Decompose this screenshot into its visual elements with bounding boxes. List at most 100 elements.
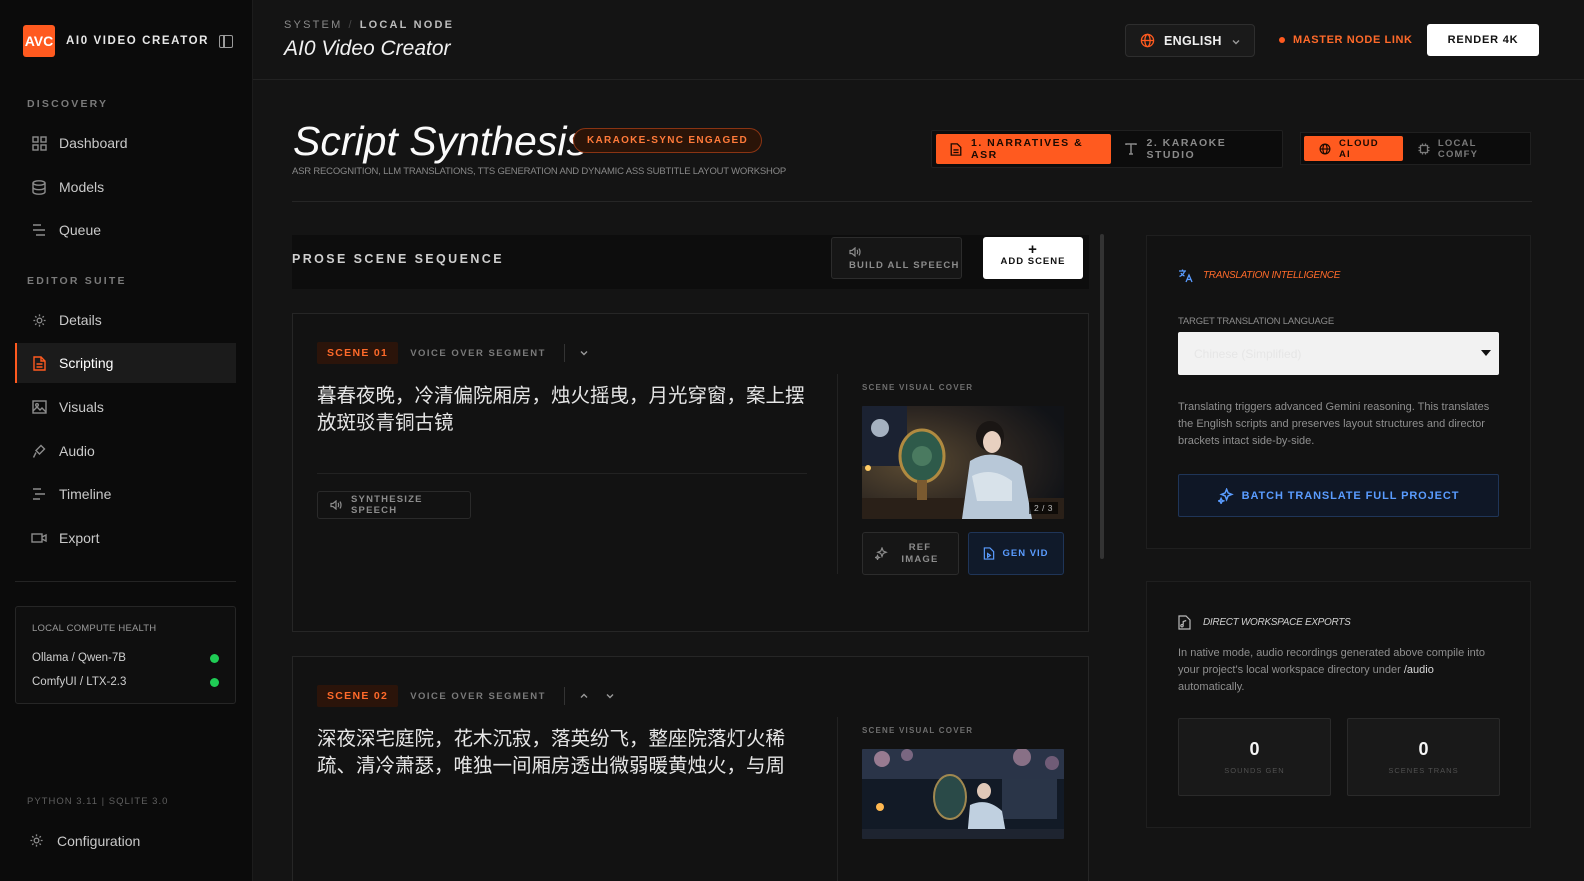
translate-icon <box>1178 268 1193 283</box>
master-node-label: MASTER NODE LINK <box>1293 34 1413 46</box>
voice-over-label: VOICE OVER SEGMENT <box>410 690 546 702</box>
scene-cover-image[interactable] <box>862 749 1064 839</box>
scene-script-text[interactable]: 暮春夜晚，冷清偏院厢房，烛火摇曳，月光穿窗，案上摆放斑驳青铜古镜 <box>317 382 807 436</box>
add-scene-label: ADD SCENE <box>1000 256 1066 267</box>
scene-sequence-toolbar: PROSE SCENE SEQUENCE BUILD ALL SPEECH + … <box>292 235 1089 289</box>
sidebar-item-label: Details <box>59 312 102 328</box>
sidebar-item-label: Queue <box>59 222 102 238</box>
tab-local-comfy[interactable]: LOCAL COMFY <box>1403 136 1527 161</box>
exports-panel: DIRECT WORKSPACE EXPORTS In native mode,… <box>1146 581 1531 828</box>
breadcrumb: SYSTEM / LOCAL NODE <box>284 19 454 31</box>
sidebar-toggle-icon[interactable] <box>219 34 234 48</box>
image-icon <box>31 399 47 415</box>
tab-label: LOCAL COMFY <box>1437 137 1479 160</box>
batch-translate-button[interactable]: BATCH TRANSLATE FULL PROJECT <box>1178 474 1499 517</box>
sidebar-item-export[interactable]: Export <box>15 518 236 558</box>
system-version: PYTHON 3.11 | SQLITE 3.0 <box>27 796 169 807</box>
chevron-down-icon <box>1231 36 1241 46</box>
status-online-icon <box>210 653 219 663</box>
sidebar-item-label: Visuals <box>59 399 104 415</box>
divider <box>317 473 807 474</box>
sidebar-item-scripting[interactable]: Scripting <box>15 343 236 383</box>
video-file-icon <box>983 547 995 560</box>
chevron-down-icon[interactable] <box>603 689 617 703</box>
sidebar-divider <box>15 581 236 582</box>
tab-karaoke-studio[interactable]: 2. KARAOKE STUDIO <box>1111 134 1278 164</box>
sparkles-icon <box>1216 486 1234 505</box>
topbar: SYSTEM / LOCAL NODE AI0 Video Creator ENGL… <box>253 0 1584 80</box>
render-4k-button[interactable]: RENDER 4K <box>1427 24 1539 56</box>
divider <box>563 344 565 362</box>
stat-label: SOUNDS GEN <box>1224 766 1285 775</box>
exports-desc-text: automatically. <box>1178 681 1245 693</box>
sidebar-item-label: Dashboard <box>59 135 128 151</box>
sidebar-item-configuration[interactable]: Configuration <box>29 833 140 849</box>
sidebar-item-queue[interactable]: Queue <box>15 210 236 250</box>
grid-icon <box>31 135 47 151</box>
scene-header: SCENE 01 VOICE OVER SEGMENT <box>317 341 603 365</box>
scene-badge: SCENE 02 <box>317 685 399 707</box>
scene-visual-label: SCENE VISUAL COVER <box>862 726 974 735</box>
brand[interactable]: AVC AI0 VIDEO CREATOR <box>23 25 234 57</box>
tab-label: CLOUD AI <box>1339 137 1379 160</box>
nav-section-editor: EDITOR SUITE <box>27 275 127 287</box>
target-language-label: TARGET TRANSLATION LANGUAGE <box>1178 316 1334 327</box>
sidebar-item-label: Models <box>59 179 105 195</box>
target-language-select[interactable]: Chinese (Simplified) <box>1178 332 1499 375</box>
sidebar-item-models[interactable]: Models <box>15 167 236 207</box>
exports-description: In native mode, audio recordings generat… <box>1178 645 1503 696</box>
sidebar-item-label: Scripting <box>59 355 114 371</box>
sequence-title: PROSE SCENE SEQUENCE <box>292 252 504 266</box>
sparkles-icon <box>873 546 888 562</box>
sidebar-item-label: Timeline <box>59 486 112 502</box>
mic-icon <box>31 443 47 459</box>
synthesize-speech-button[interactable]: SYNTHESIZE SPEECH <box>317 491 471 519</box>
gear-icon <box>29 833 45 849</box>
health-label: ComfyUI / LTX-2.3 <box>32 676 127 688</box>
sidebar-item-details[interactable]: Details <box>15 300 236 340</box>
speaker-icon <box>849 246 861 258</box>
gen-vid-label: GEN VID <box>1002 548 1049 559</box>
database-icon <box>31 179 47 195</box>
nav-section-discovery: DISCOVERY <box>27 98 109 110</box>
sidebar-item-timeline[interactable]: Timeline <box>15 474 236 514</box>
scene-header: SCENE 02 VOICE OVER SEGMENT <box>317 684 629 708</box>
stat-value: 0 <box>1249 739 1260 759</box>
page-title: Script Synthesis <box>293 118 587 164</box>
sidebar-item-dashboard[interactable]: Dashboard <box>15 123 236 163</box>
divider <box>563 687 565 705</box>
ai-mode-tabs: CLOUD AI LOCAL COMFY <box>1300 132 1531 165</box>
ref-image-label: REF IMAGE <box>901 541 939 565</box>
batch-translate-label: BATCH TRANSLATE FULL PROJECT <box>1241 489 1460 502</box>
timeline-icon <box>31 486 47 502</box>
breadcrumb-system[interactable]: SYSTEM <box>284 19 342 31</box>
exports-desc-text: In native mode, audio recordings generat… <box>1178 647 1485 676</box>
chevron-up-icon[interactable] <box>577 689 591 703</box>
translation-header: TRANSLATION INTELLIGENCE <box>1178 268 1340 283</box>
scrollbar-thumb[interactable] <box>1100 234 1104 559</box>
tab-narratives-asr[interactable]: 1. NARRATIVES & ASR <box>936 134 1112 164</box>
speaker-icon <box>330 499 342 511</box>
caret-down-icon <box>1481 350 1491 356</box>
language-select[interactable]: ENGLISH <box>1125 24 1255 57</box>
brand-logo: AVC <box>23 25 55 57</box>
breadcrumb-local-node: LOCAL NODE <box>359 19 455 31</box>
sidebar-item-audio[interactable]: Audio <box>15 431 236 471</box>
voice-over-label: VOICE OVER SEGMENT <box>410 347 546 359</box>
divider <box>837 717 838 881</box>
ref-image-button[interactable]: REF IMAGE <box>862 532 959 575</box>
add-scene-button[interactable]: + ADD SCENE <box>983 237 1083 279</box>
page-subtitle: ASR RECOGNITION, LLM TRANSLATIONS, TTS G… <box>292 166 787 177</box>
gear-icon <box>31 312 47 328</box>
gen-vid-button[interactable]: GEN VID <box>968 532 1064 575</box>
build-all-speech-button[interactable]: BUILD ALL SPEECH <box>831 237 962 279</box>
chevron-down-icon[interactable] <box>577 346 591 360</box>
scene-script-text[interactable]: 深夜深宅庭院，花木沉寂，落英纷飞，整座院落灯火稀疏、清冷萧瑟，唯独一间厢房透出微… <box>317 725 807 779</box>
sidebar-item-visuals[interactable]: Visuals <box>15 387 236 427</box>
scene-cover-image[interactable]: 2 / 3 <box>862 406 1064 519</box>
exports-header: DIRECT WORKSPACE EXPORTS <box>1178 615 1351 630</box>
tab-label: 1. NARRATIVES & ASR <box>971 137 1084 161</box>
translation-title: TRANSLATION INTELLIGENCE <box>1203 270 1341 281</box>
master-node-link[interactable]: MASTER NODE LINK <box>1279 34 1413 46</box>
tab-cloud-ai[interactable]: CLOUD AI <box>1304 136 1403 161</box>
